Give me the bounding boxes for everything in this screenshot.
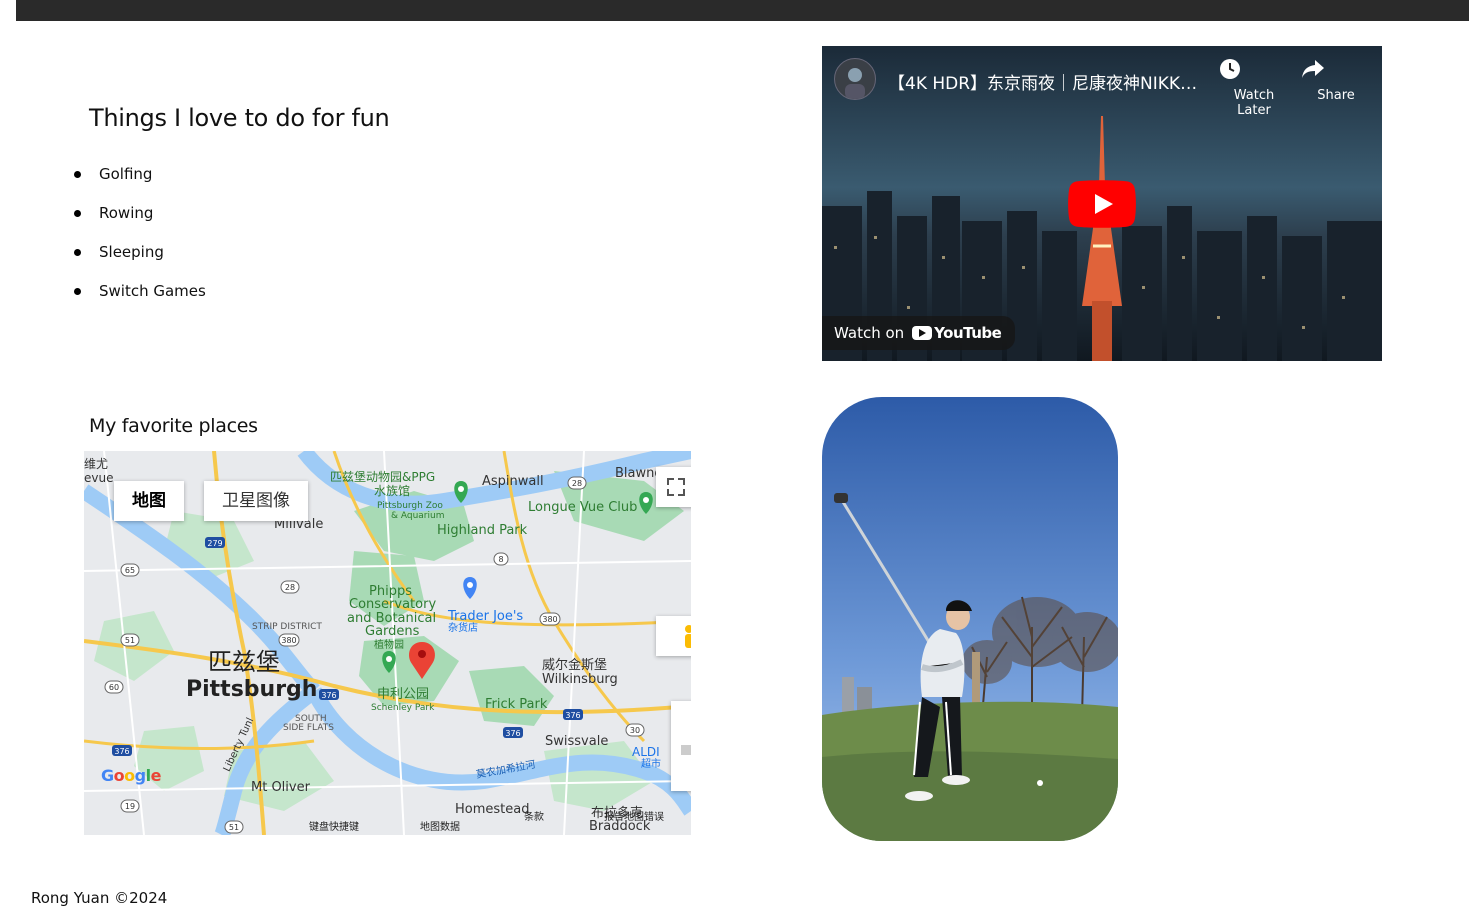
map-label: 水族馆 — [374, 483, 410, 498]
map-label: 维尤 — [84, 457, 108, 471]
map-label: Pittsburgh Zoo — [377, 501, 443, 511]
map-label: 超市 — [641, 757, 661, 770]
map-label: STRIP DISTRICT — [252, 622, 322, 632]
map-label: Conservatory — [349, 597, 436, 612]
map-label: Trader Joe's — [447, 609, 523, 624]
clock-icon — [1220, 59, 1240, 79]
map-label: Schenley Park — [371, 703, 435, 713]
route-shield: 51 — [229, 823, 239, 832]
zoom-control[interactable] — [671, 701, 691, 791]
map-type-satellite-button[interactable]: 卫星图像 — [204, 481, 308, 521]
share-icon — [1302, 60, 1324, 78]
pegman-button[interactable] — [656, 616, 691, 656]
map-label: Mt Oliver — [251, 780, 311, 795]
map-label: Longue Vue Club — [528, 500, 637, 515]
map-label: 杂货店 — [448, 621, 478, 634]
route-shield: 19 — [125, 802, 135, 811]
map-label: Homestead — [455, 802, 529, 817]
bullet-icon — [74, 171, 81, 178]
list-item-label: Golfing — [99, 165, 153, 183]
list-item-label: Switch Games — [99, 282, 206, 300]
route-shield: 8 — [498, 555, 503, 564]
map-label: 匹兹堡 — [208, 648, 280, 676]
route-shield: 51 — [125, 636, 135, 645]
map-type-control: 地图 — [114, 481, 184, 521]
terms-link[interactable]: 条款 — [524, 808, 544, 823]
top-nav-bar — [16, 0, 1469, 21]
watch-on-label: Watch on — [834, 324, 905, 342]
keyboard-shortcuts-link[interactable]: 键盘快捷键 — [309, 818, 359, 833]
map-label: & Aquarium — [391, 511, 444, 521]
map-label: Swissvale — [545, 734, 608, 749]
map-data-link[interactable]: 地图数据 — [420, 818, 460, 833]
list-item: Sleeping — [74, 242, 206, 281]
fullscreen-icon — [667, 478, 685, 496]
route-shield: 30 — [630, 726, 640, 735]
map-label: Frick Park — [485, 697, 548, 712]
channel-avatar-icon — [845, 68, 865, 99]
google-logo: Google — [101, 766, 161, 785]
watch-later-button[interactable]: Watch Later — [1219, 58, 1289, 118]
map-label: SIDE FLATS — [283, 723, 334, 733]
map-label: Aspinwall — [482, 474, 544, 489]
pegman-icon — [685, 625, 691, 648]
fun-section-title: Things I love to do for fun — [89, 104, 390, 132]
map-label: 植物园 — [374, 638, 404, 651]
list-item: Switch Games — [74, 281, 206, 320]
bullet-icon — [74, 210, 81, 217]
route-shield: 60 — [109, 683, 119, 692]
channel-avatar[interactable] — [834, 58, 876, 100]
places-section-title: My favorite places — [89, 415, 258, 437]
map-label: Gardens — [365, 624, 420, 639]
fun-list: Golfing Rowing Sleeping Switch Games — [74, 164, 206, 320]
list-item-label: Sleeping — [99, 243, 164, 261]
youtube-embed[interactable]: 【4K HDR】东京雨夜｜尼康夜神NIKK… Watch Later Share… — [822, 46, 1382, 361]
map-label: Wilkinsburg — [542, 672, 618, 687]
embedded-map[interactable]: 维尤 evue 匹兹堡动物园&PPG 水族馆 Pittsburgh Zoo & … — [84, 451, 691, 835]
route-shield: 28 — [285, 583, 295, 592]
zoom-divider — [681, 745, 691, 755]
bullet-icon — [74, 249, 81, 256]
map-label: ALDI — [632, 745, 660, 759]
list-item-label: Rowing — [99, 204, 154, 222]
map-type-control: 卫星图像 — [204, 481, 308, 521]
footer-copyright: Rong Yuan ©2024 — [31, 889, 168, 907]
route-shield: 380 — [542, 615, 557, 624]
bullet-icon — [74, 288, 81, 295]
watch-on-youtube-button[interactable]: Watch on YouTube — [822, 316, 1016, 350]
map-label: 匹兹堡动物园&PPG — [330, 469, 435, 484]
map-label: 申利公园 — [377, 687, 429, 702]
map-label: 威尔金斯堡 — [542, 657, 607, 673]
play-button[interactable] — [1068, 180, 1136, 228]
share-label: Share — [1317, 88, 1355, 103]
map-label: Pittsburgh — [186, 677, 317, 702]
report-map-error-link[interactable]: 报告地图错误 — [604, 808, 664, 823]
route-shield: 28 — [572, 479, 582, 488]
route-shield: 376 — [505, 729, 520, 738]
route-shield: 376 — [321, 691, 336, 700]
youtube-logo: YouTube — [912, 324, 1002, 342]
route-shield: 380 — [281, 636, 296, 645]
map-type-map-button[interactable]: 地图 — [114, 481, 184, 521]
map-label: Highland Park — [437, 523, 528, 538]
route-shield: 376 — [565, 711, 580, 720]
youtube-wordmark: YouTube — [934, 324, 1002, 342]
route-shield: 376 — [114, 747, 129, 756]
share-button[interactable]: Share — [1301, 58, 1371, 103]
route-shield: 279 — [207, 539, 222, 548]
route-shield: 65 — [125, 566, 135, 575]
golf-photo-image — [822, 397, 1118, 841]
youtube-play-icon — [912, 326, 933, 340]
fullscreen-button[interactable] — [656, 467, 691, 507]
video-title[interactable]: 【4K HDR】东京雨夜｜尼康夜神NIKK… — [888, 69, 1197, 94]
list-item: Rowing — [74, 203, 206, 242]
list-item: Golfing — [74, 164, 206, 203]
watch-later-label: Watch Later — [1233, 88, 1275, 118]
play-icon — [1068, 180, 1136, 228]
map-label: evue — [84, 471, 113, 485]
golf-photo — [822, 397, 1118, 841]
